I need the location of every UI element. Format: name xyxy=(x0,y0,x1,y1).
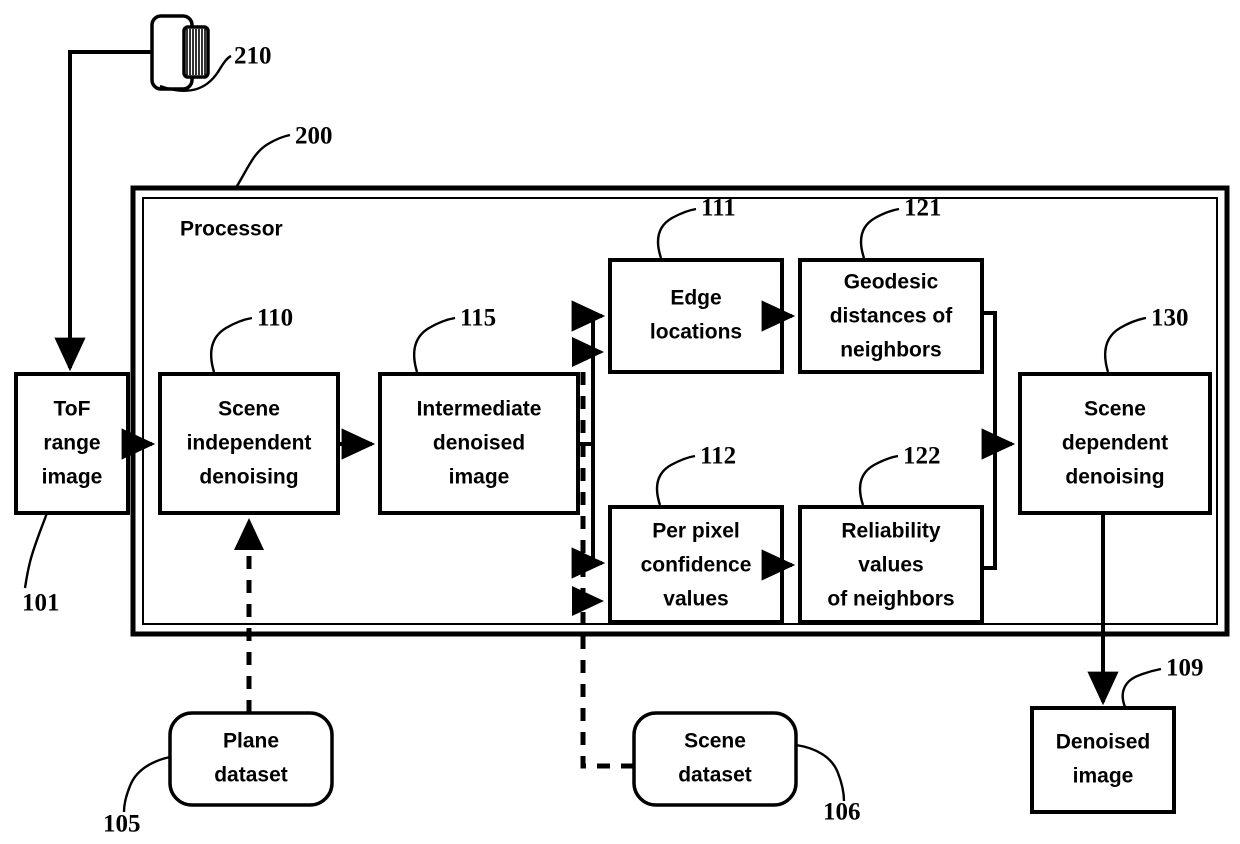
svg-text:values: values xyxy=(663,588,728,611)
svg-text:Plane: Plane xyxy=(223,730,279,753)
connector-camera-to-tof xyxy=(54,50,152,372)
ref-number-210: 210 xyxy=(234,43,272,70)
svg-text:image: image xyxy=(449,466,510,489)
svg-text:Reliability: Reliability xyxy=(841,520,941,543)
svg-text:Per pixel: Per pixel xyxy=(652,520,740,543)
leader-121 xyxy=(859,207,900,259)
ref-number-115: 115 xyxy=(460,305,496,332)
svg-text:denoised: denoised xyxy=(433,432,525,455)
svg-text:denoising: denoising xyxy=(199,466,298,489)
svg-text:Edge: Edge xyxy=(670,287,721,310)
leader-200 xyxy=(235,133,291,187)
leader-110 xyxy=(210,316,253,373)
ref-number-122: 122 xyxy=(903,443,941,470)
leader-130 xyxy=(1104,316,1147,373)
ref-number-105: 105 xyxy=(103,811,141,838)
svg-text:values: values xyxy=(858,554,923,577)
svg-text:confidence: confidence xyxy=(641,554,752,577)
ref-number-109: 109 xyxy=(1166,655,1204,682)
block-scene-dataset[interactable] xyxy=(632,711,798,807)
svg-text:denoising: denoising xyxy=(1065,466,1164,489)
tof-camera-icon xyxy=(150,14,210,91)
block-edge-locations[interactable] xyxy=(608,258,784,374)
svg-text:ToF: ToF xyxy=(54,398,91,421)
svg-text:Denoised: Denoised xyxy=(1056,731,1151,754)
leader-111 xyxy=(656,207,697,259)
leader-112 xyxy=(655,454,696,506)
block-denoised-image[interactable] xyxy=(1030,706,1176,814)
leader-105 xyxy=(122,755,171,813)
svg-text:Scene: Scene xyxy=(1084,398,1146,421)
svg-text:Intermediate: Intermediate xyxy=(417,398,542,421)
ref-number-101: 101 xyxy=(22,590,60,617)
diagram-svg: ToF range image Scene independent denois… xyxy=(14,14,1230,838)
ref-number-112: 112 xyxy=(700,443,736,470)
processor-label: Processor xyxy=(180,218,283,241)
svg-text:Scene: Scene xyxy=(684,730,746,753)
leader-106 xyxy=(795,743,846,802)
leader-109 xyxy=(1121,667,1162,708)
ref-number-130: 130 xyxy=(1151,305,1189,332)
svg-text:locations: locations xyxy=(650,321,742,344)
leader-115 xyxy=(413,316,456,373)
svg-text:image: image xyxy=(42,466,103,489)
leader-122 xyxy=(858,454,899,506)
ref-number-106: 106 xyxy=(823,799,861,826)
svg-text:dataset: dataset xyxy=(214,764,288,787)
svg-text:distances of: distances of xyxy=(830,305,954,328)
svg-text:neighbors: neighbors xyxy=(840,339,942,362)
svg-text:of neighbors: of neighbors xyxy=(827,588,954,611)
svg-text:image: image xyxy=(1073,765,1134,788)
svg-text:dataset: dataset xyxy=(678,764,752,787)
ref-number-121: 121 xyxy=(904,195,942,222)
svg-text:range: range xyxy=(43,432,100,455)
ref-number-110: 110 xyxy=(257,305,293,332)
svg-text:Scene: Scene xyxy=(218,398,280,421)
ref-number-200: 200 xyxy=(295,123,333,150)
block-plane-dataset[interactable] xyxy=(168,711,334,807)
svg-text:dependent: dependent xyxy=(1062,432,1168,455)
figure-canvas: ToF range image Scene independent denois… xyxy=(0,0,1240,844)
ref-number-111: 111 xyxy=(701,195,736,222)
leader-101 xyxy=(23,512,49,589)
svg-text:Geodesic: Geodesic xyxy=(844,271,939,294)
svg-text:independent: independent xyxy=(187,432,312,455)
label-geodesic-distances: Geodesic distances of neighbors xyxy=(830,271,954,362)
